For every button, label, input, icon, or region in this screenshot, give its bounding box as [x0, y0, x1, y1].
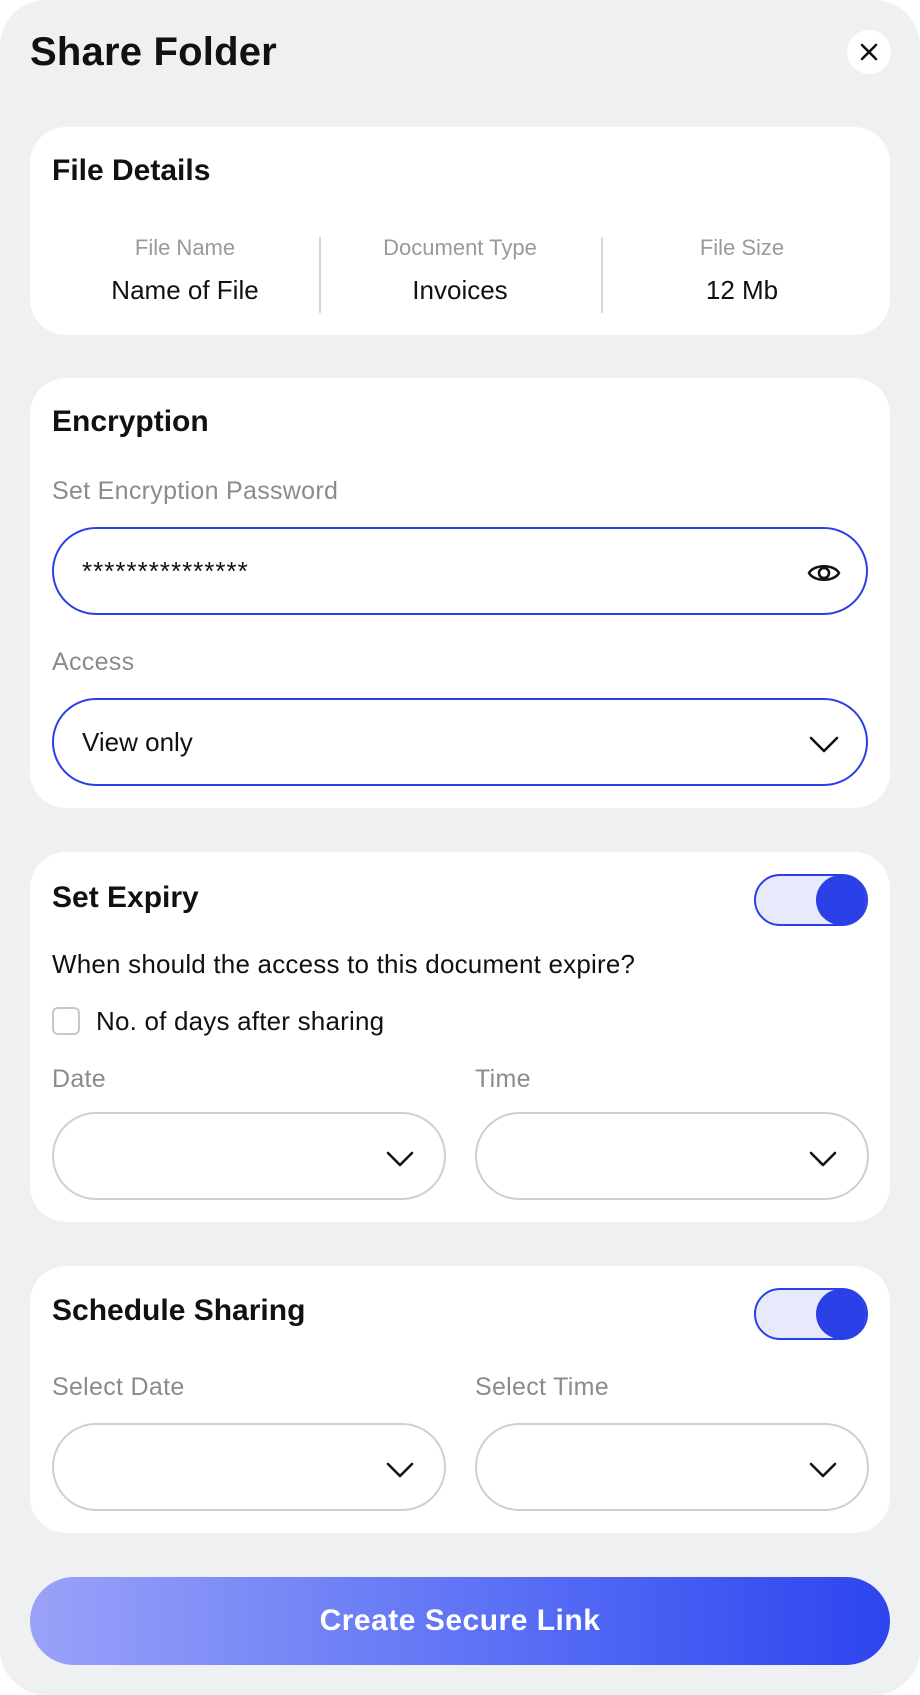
file-size-value: 12 Mb	[705, 275, 779, 305]
set-expiry-card: Set Expiry When should the access to thi…	[30, 852, 890, 1222]
file-details-title: File Details	[52, 154, 211, 187]
encryption-title: Encryption	[52, 405, 209, 438]
toggle-knob	[816, 1289, 866, 1339]
expiry-time-select[interactable]	[475, 1112, 869, 1200]
close-icon	[860, 43, 878, 61]
expiry-date-label: Date	[52, 1065, 107, 1093]
dialog-title: Share Folder	[30, 30, 277, 74]
schedule-sharing-card: Schedule Sharing Select Date Select Time	[30, 1266, 890, 1533]
file-size-column: File Size 12 Mb	[601, 235, 883, 306]
days-after-sharing-label: No. of days after sharing	[96, 1006, 385, 1036]
set-expiry-title: Set Expiry	[52, 881, 199, 914]
file-name-column: File Name Name of File	[44, 235, 326, 306]
chevron-down-icon	[809, 1151, 837, 1167]
file-details-card: File Details File Name Name of File Docu…	[30, 127, 890, 335]
file-name-label: File Name	[134, 235, 236, 260]
share-folder-dialog: Share Folder File Details File Name Name…	[0, 0, 920, 1695]
access-select[interactable]: View only	[52, 698, 868, 786]
toggle-knob	[816, 875, 866, 925]
access-value: View only	[82, 727, 193, 757]
chevron-down-icon	[809, 736, 839, 753]
file-name-value: Name of File	[111, 275, 259, 305]
password-value: ***************	[82, 556, 249, 586]
password-label: Set Encryption Password	[52, 477, 339, 505]
expiry-toggle[interactable]	[754, 874, 868, 926]
file-size-label: File Size	[699, 235, 785, 260]
document-type-label: Document Type	[383, 235, 537, 260]
schedule-sharing-title: Schedule Sharing	[52, 1294, 306, 1327]
create-secure-link-button[interactable]: Create Secure Link	[30, 1577, 890, 1665]
expiry-time-label: Time	[475, 1065, 531, 1093]
expiry-date-select[interactable]	[52, 1112, 446, 1200]
schedule-date-select[interactable]	[52, 1423, 446, 1511]
eye-icon[interactable]	[806, 555, 842, 591]
document-type-column: Document Type Invoices	[319, 235, 601, 306]
chevron-down-icon	[809, 1462, 837, 1478]
days-after-sharing-checkbox[interactable]	[52, 1007, 80, 1035]
access-label: Access	[52, 648, 135, 676]
encryption-card: Encryption Set Encryption Password *****…	[30, 378, 890, 808]
expiry-question: When should the access to this document …	[52, 949, 636, 979]
document-type-value: Invoices	[412, 275, 508, 305]
schedule-time-select[interactable]	[475, 1423, 869, 1511]
schedule-toggle[interactable]	[754, 1288, 868, 1340]
password-input[interactable]: ***************	[52, 527, 868, 615]
chevron-down-icon	[386, 1151, 414, 1167]
close-button[interactable]	[847, 30, 891, 74]
schedule-time-label: Select Time	[475, 1373, 609, 1401]
chevron-down-icon	[386, 1462, 414, 1478]
schedule-date-label: Select Date	[52, 1373, 185, 1401]
